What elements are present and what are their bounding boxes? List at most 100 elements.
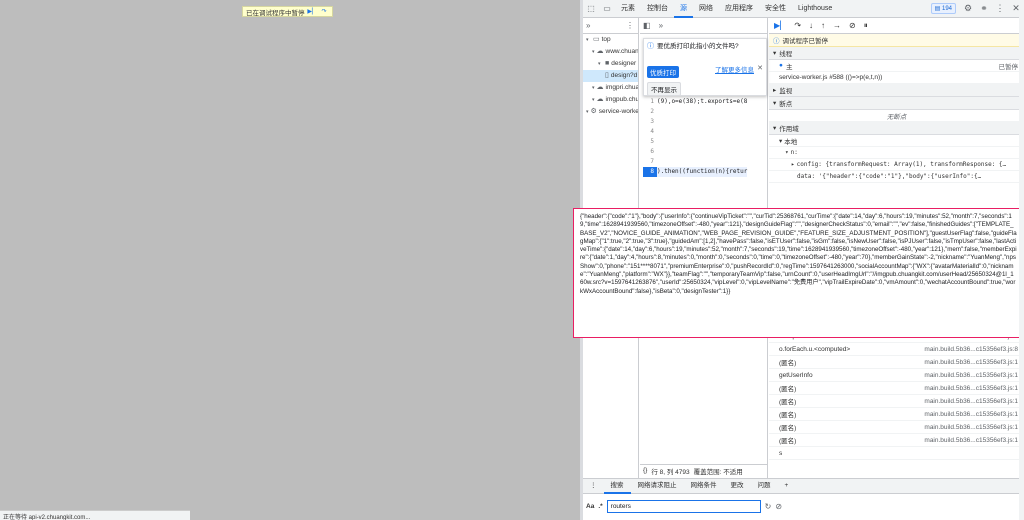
match-case-toggle[interactable]: Aa [586,503,594,510]
more-menu-icon[interactable]: ⋮ [992,3,1008,14]
learn-more-link[interactable]: 了解更多信息 [715,64,754,74]
tree-item[interactable]: ▾ ▭ top [583,34,638,46]
refresh-icon[interactable]: ↻ [765,502,772,511]
watch-section-header[interactable]: ▸ 监视 [769,84,1024,97]
line-number[interactable]: 7 [643,157,657,167]
right-scrollbar[interactable] [1019,0,1024,520]
call-frame[interactable]: o.forEach.u.<computed> main.build.5b36...… [769,343,1024,356]
code-line[interactable]: 6 [643,147,767,157]
scope-var-config[interactable]: ▸ config: {transformRequest: Array(1), t… [769,159,1024,171]
line-number[interactable]: 5 [643,137,657,147]
code-editor[interactable]: 1 (9),o=e(38);t.exports=e(8 2 3 4 5 6 7 8).then(… [643,97,767,177]
drawer-tab-issues[interactable]: 问题 [751,478,778,494]
line-number[interactable]: 1 [643,97,657,107]
drawer-tab-search[interactable]: 搜索 [603,478,631,494]
tab-elements[interactable]: 元素 [615,0,641,18]
call-frame[interactable]: (匿名) main.build.5b36...c15356ef3.js:1 [769,421,1024,434]
regex-toggle[interactable]: .* [598,503,602,510]
tree-item[interactable]: ▾☁imgpub.chuangkit.com [583,94,638,106]
tab-sources[interactable]: 源 [674,0,693,18]
navigator-menu-icon[interactable]: ⋮ [626,21,638,30]
scope-var-n[interactable]: ▾ n: [769,147,1024,159]
code-line[interactable]: 3 [643,117,767,127]
frame-location[interactable]: main.build.5b36...c15356ef3.js:1 [924,372,1024,379]
tab-application[interactable]: 应用程序 [719,0,759,18]
scope-local[interactable]: ▾ 本地 [769,135,1024,147]
frame-location[interactable]: main.build.5b36...c15356ef3.js:1 [924,411,1024,418]
step-out-icon[interactable]: ↑ [821,21,825,30]
threads-section-header[interactable]: ▾ 线程 [769,47,1024,60]
line-number[interactable]: 6 [643,147,657,157]
frame-location[interactable]: main.build.5b36...c15356ef3.js:1 [924,398,1024,405]
pretty-print-braces[interactable]: {} [643,467,647,474]
drawer-menu-icon[interactable]: ⋮ [583,478,604,494]
tree-item[interactable]: ▾ ■ designer [583,58,638,70]
settings-gear-icon[interactable]: ⚙ [960,3,976,14]
tab-lighthouse[interactable]: Lighthouse [792,0,838,18]
chevron-down-icon[interactable]: ▾ [592,82,595,94]
line-number[interactable]: 4 [643,127,657,137]
inspect-icon[interactable]: ⬚ [583,4,599,13]
tree-item[interactable]: ▾⚙service-worker.js [583,106,638,118]
device-toggle-icon[interactable]: ▭ [599,4,615,13]
pause-on-exceptions-icon[interactable]: ⏸ [864,21,868,31]
step-over-icon[interactable]: ↷ [794,21,801,30]
code-line[interactable]: 8).then((function(n){retur [643,167,767,177]
deactivate-breakpoints-icon[interactable]: ⊘ [849,21,856,30]
call-frame[interactable]: (匿名) main.build.5b36...c15356ef3.js:1 [769,356,1024,369]
tree-item[interactable]: ▾☁www.chuangkit.com [583,46,638,58]
code-line[interactable]: 5 [643,137,767,147]
pretty-print-button[interactable]: 优质打印 [647,66,679,78]
search-input[interactable] [606,499,761,513]
line-number[interactable]: 2 [643,107,657,117]
chevron-down-icon[interactable]: ▾ [592,94,595,106]
breakpoints-section-header[interactable]: ▾ 断点 [769,97,1024,110]
chevron-down-icon[interactable]: ▾ [598,58,603,70]
thread-main[interactable]: ● 主 已暂停 [769,60,1024,72]
line-number[interactable]: 8 [643,167,657,177]
chevron-down-icon[interactable]: ▾ [586,106,589,118]
frame-location[interactable]: main.build.5b36...c15356ef3.js:1 [924,359,1024,366]
drawer-tab-request-blocking[interactable]: 网络请求阻止 [631,478,684,494]
tab-console[interactable]: 控制台 [641,0,674,18]
frame-location[interactable]: main.build.5b36...c15356ef3.js:1 [924,437,1024,444]
code-line[interactable]: 4 [643,127,767,137]
call-frame[interactable]: getUserInfo main.build.5b36...c15356ef3.j… [769,369,1024,382]
share-icon[interactable]: ⚭ [976,3,992,14]
toggle-navigator-icon[interactable]: ◧ [643,21,651,30]
drawer-tab-changes[interactable]: 更改 [724,478,751,494]
code-line[interactable]: 2 [643,107,767,117]
dont-show-again-button[interactable]: 不再显示 [647,82,681,96]
resume-icon[interactable]: ▶▏ [307,8,316,16]
call-frame[interactable]: (匿名) main.build.5b36...c15356ef3.js:1 [769,434,1024,447]
call-frame[interactable]: s [769,447,1024,460]
code-line[interactable]: 1 (9),o=e(38);t.exports=e(8 [643,97,767,107]
add-tab-icon[interactable]: + [778,478,796,494]
frame-location[interactable]: main.build.5b36...c15356ef3.js:1 [924,385,1024,392]
issues-badge[interactable]: ▤ 194 [930,3,956,14]
frame-location[interactable]: main.build.5b36...c15356ef3.js:1 [924,424,1024,431]
call-frame[interactable]: (匿名) main.build.5b36...c15356ef3.js:1 [769,382,1024,395]
more-tabs-icon[interactable]: » [586,21,590,30]
resume-icon[interactable]: ▶▏ [774,21,786,30]
tree-item[interactable]: ▯ design?d [583,70,638,82]
tab-network[interactable]: 网络 [693,0,719,18]
call-frame[interactable]: (匿名) main.build.5b36...c15356ef3.js:1 [769,408,1024,421]
tab-security[interactable]: 安全性 [759,0,792,18]
step-icon[interactable]: → [833,21,841,30]
frame-location[interactable]: main.build.5b36...c15356ef3.js:8 [924,346,1024,353]
tree-item[interactable]: ▾☁imgpri.chuangkit.com [583,82,638,94]
clear-icon[interactable]: ⊘ [775,502,782,511]
thread-service-worker[interactable]: service-worker.js #588 (()=>p(e,t,n)) [769,72,1024,84]
editor-more-tabs-icon[interactable]: » [659,21,663,30]
step-over-icon[interactable]: ↷ [320,8,329,16]
line-number[interactable]: 3 [643,117,657,127]
close-prompt-icon[interactable]: ✕ [757,64,763,72]
chevron-down-icon[interactable]: ▾ [586,34,591,46]
scope-section-header[interactable]: ▾ 作用域 [769,122,1024,135]
call-frame[interactable]: (匿名) main.build.5b36...c15356ef3.js:1 [769,395,1024,408]
drawer-tab-network-conditions[interactable]: 网络条件 [684,478,724,494]
scope-var-data[interactable]: data: '{"header":{"code":"1"},"body":{"u… [769,171,1024,183]
step-into-icon[interactable]: ↓ [809,21,813,30]
chevron-down-icon[interactable]: ▾ [592,46,595,58]
